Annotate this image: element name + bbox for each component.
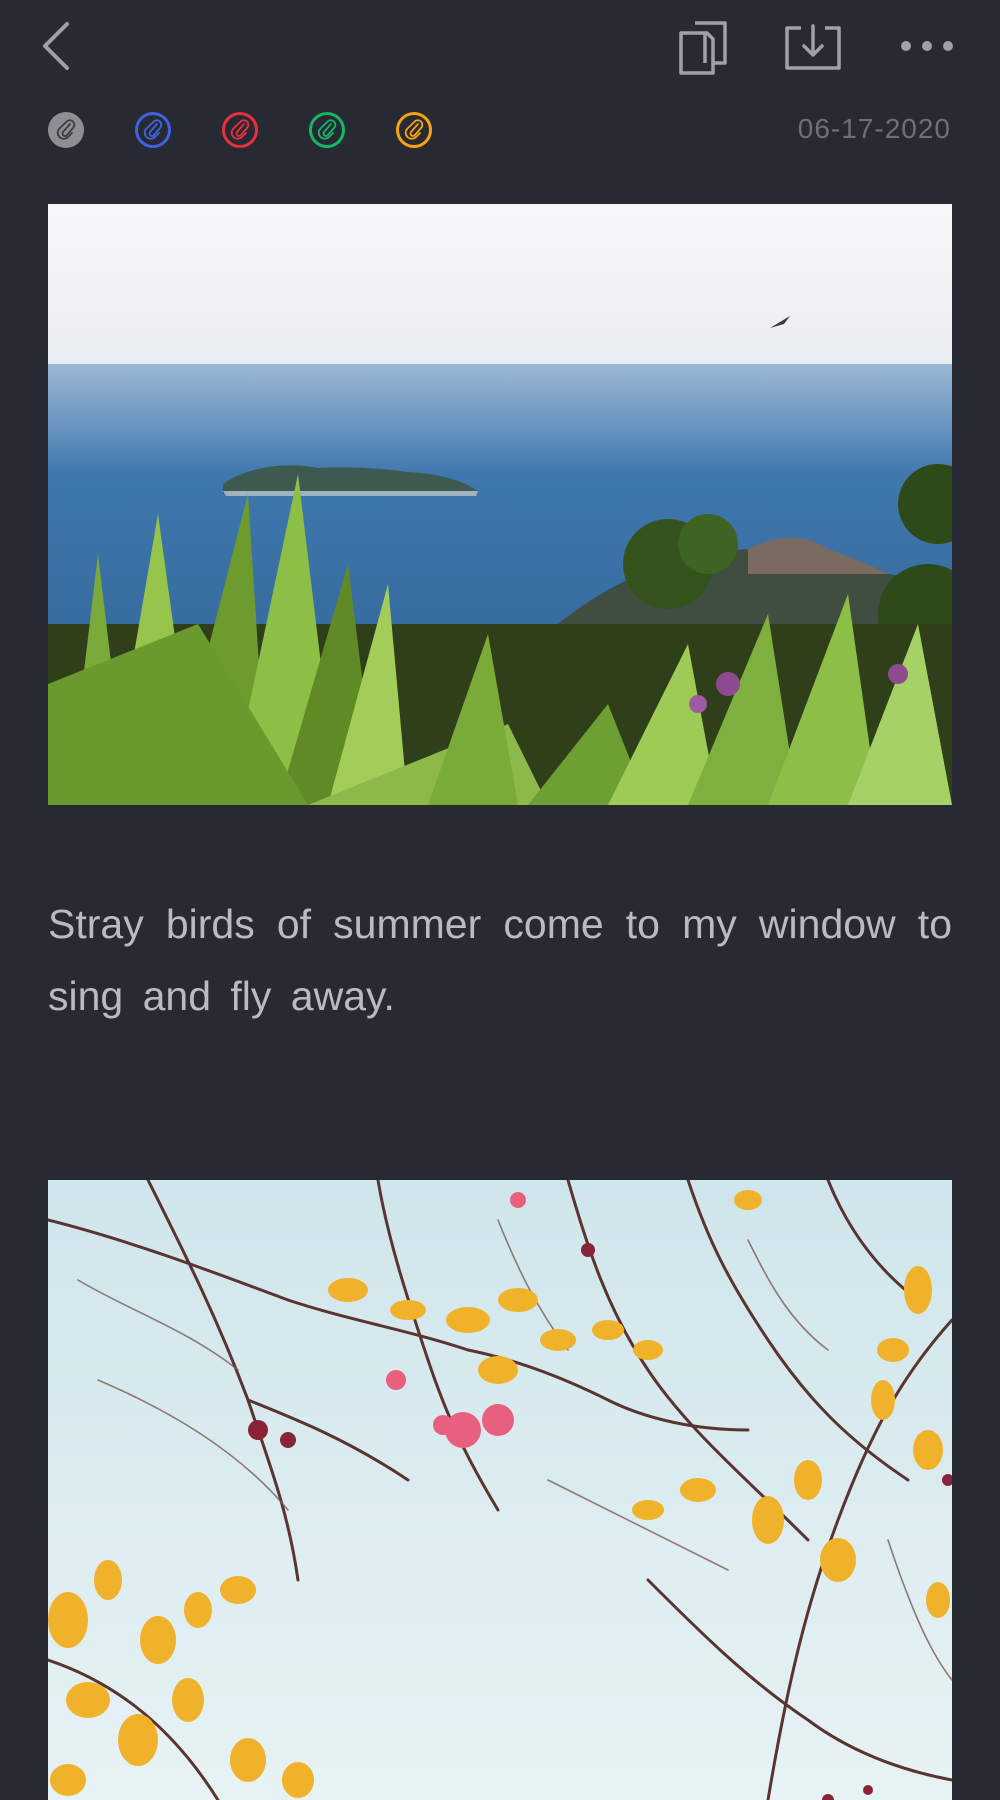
paperclip-icon [230, 119, 250, 140]
tag-green[interactable] [309, 112, 345, 148]
back-button[interactable] [30, 18, 82, 74]
tag-orange[interactable] [396, 112, 432, 148]
paperclip-icon [404, 119, 424, 140]
note-date: 06-17-2020 [797, 113, 951, 144]
tag-blue[interactable] [135, 112, 171, 148]
copy-button[interactable] [672, 16, 734, 78]
download-button[interactable] [780, 16, 846, 78]
autumn-branches-image [48, 1180, 952, 1800]
more-button[interactable] [892, 26, 962, 66]
chevron-left-icon [43, 22, 69, 70]
tag-color-row [48, 112, 432, 150]
note-body-text[interactable]: Stray birds of summer come to my window … [48, 888, 952, 1032]
paperclip-icon [143, 119, 163, 140]
tag-red[interactable] [222, 112, 258, 148]
tag-gray[interactable] [48, 112, 84, 148]
coast-landscape-image [48, 204, 952, 805]
copy-icon [679, 21, 727, 75]
toolbar [0, 0, 1000, 96]
paperclip-icon [56, 119, 76, 140]
note-image-branches[interactable] [48, 1180, 952, 1800]
note-image-coast[interactable] [48, 204, 952, 805]
more-horizontal-icon [901, 41, 953, 51]
download-icon [785, 24, 841, 70]
paperclip-icon [317, 119, 337, 140]
